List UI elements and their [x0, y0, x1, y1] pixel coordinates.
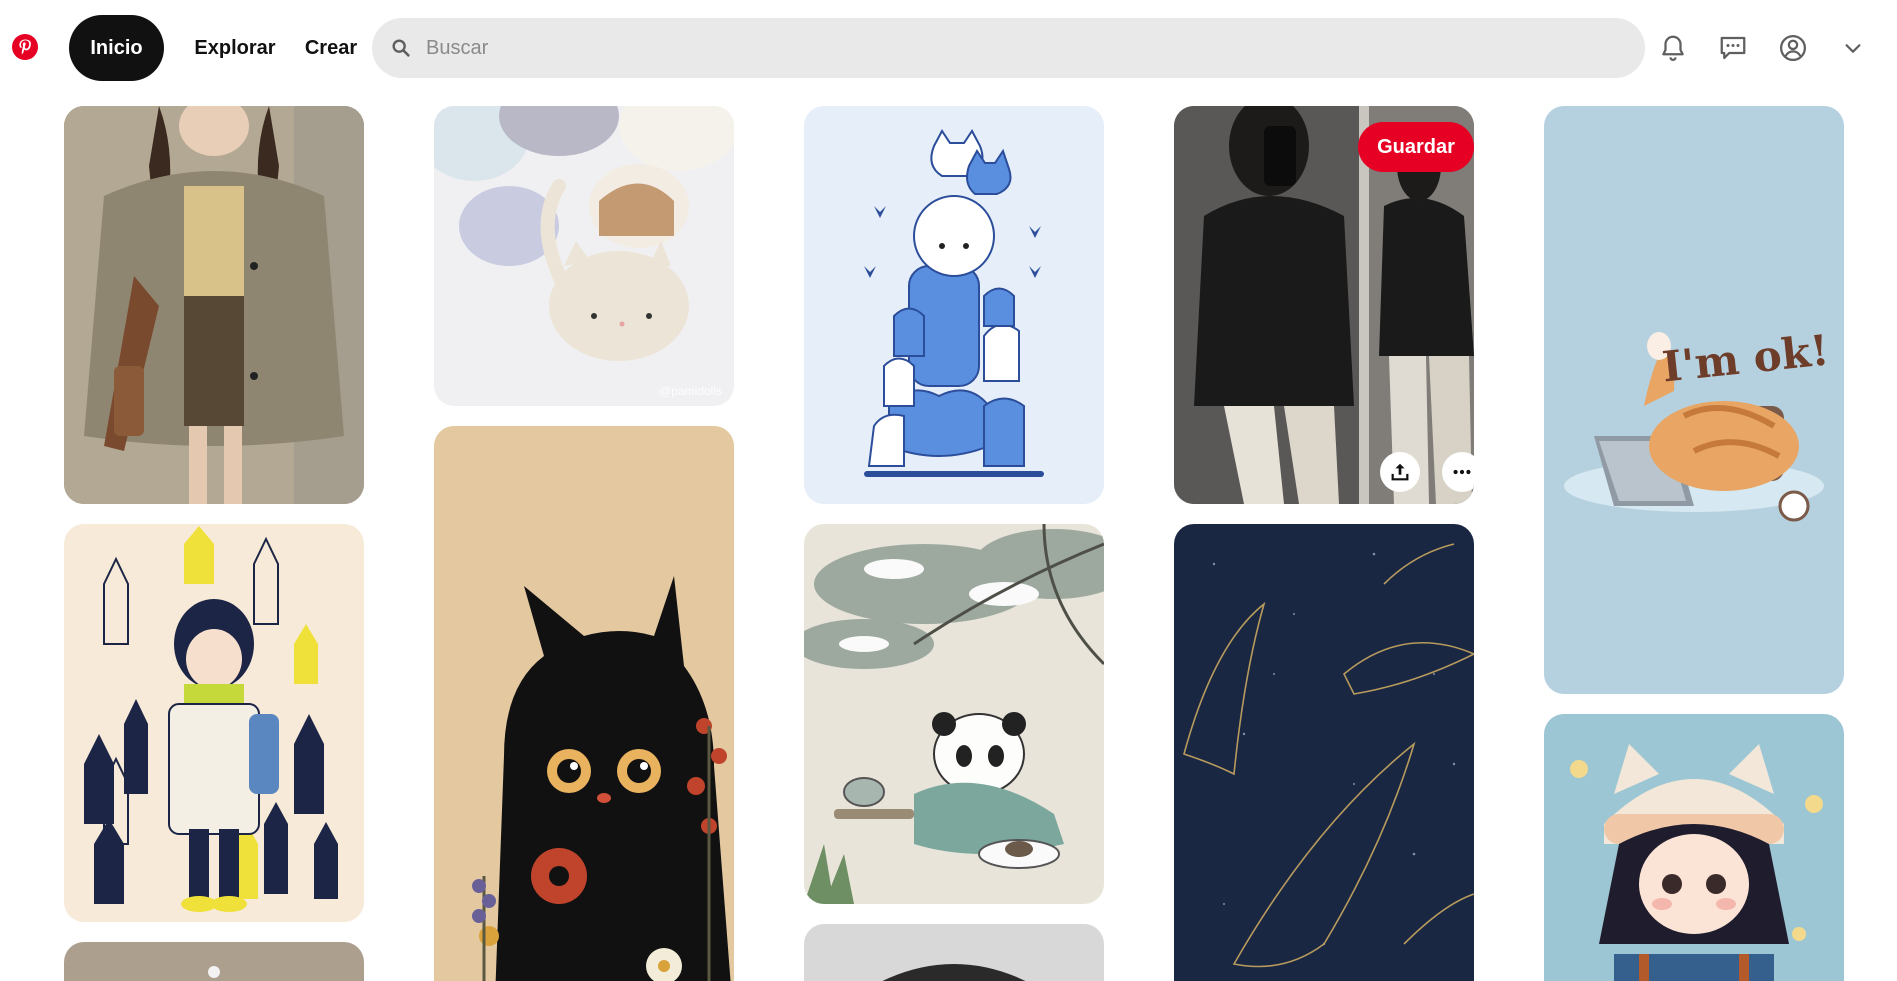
share-icon: [1391, 463, 1409, 481]
pin-blue-cat-stack-illustration[interactable]: [804, 106, 1104, 504]
pin-image: [1544, 106, 1844, 694]
pin-beige-cardigan-outfit[interactable]: [64, 106, 364, 504]
pin-image: [434, 106, 734, 406]
chevron-down-icon[interactable]: [1833, 28, 1873, 68]
search-icon: [390, 37, 412, 59]
pin-partial-bottom-col1[interactable]: [64, 942, 364, 981]
save-button[interactable]: Guardar: [1358, 122, 1474, 172]
pin-image: [1544, 714, 1844, 981]
pin-im-ok-cat[interactable]: I'm ok!: [1544, 106, 1844, 694]
share-button[interactable]: [1380, 452, 1420, 492]
nav-explore-button[interactable]: Explorar: [183, 15, 287, 81]
pin-watermark: @pamidolls: [659, 384, 722, 398]
more-options-icon: [1453, 469, 1471, 475]
search-input[interactable]: [426, 36, 1606, 60]
pin-girl-with-black-cats[interactable]: [64, 524, 364, 922]
pin-image: [804, 924, 1104, 981]
pin-crochet-cats[interactable]: @pamidolls: [434, 106, 734, 406]
pin-black-outfit-mirror-selfie[interactable]: Guardar: [1174, 106, 1474, 504]
pin-image: [434, 426, 734, 981]
account-icon[interactable]: [1773, 28, 1813, 68]
nav-create-button[interactable]: Crear: [297, 15, 365, 81]
pin-girl-cat-hat[interactable]: [1544, 714, 1844, 981]
pin-whales-night-sky[interactable]: [1174, 524, 1474, 981]
pin-partial-bottom-col3[interactable]: [804, 924, 1104, 981]
pin-image: [804, 524, 1104, 904]
pin-image: [804, 106, 1104, 504]
pin-image: [64, 942, 364, 981]
pin-panda-tea-watercolor[interactable]: [804, 524, 1104, 904]
bell-icon[interactable]: [1653, 28, 1693, 68]
pin-image: [64, 106, 364, 504]
pin-image: [1174, 524, 1474, 981]
more-options-button[interactable]: [1442, 452, 1474, 492]
search-bar[interactable]: [372, 18, 1645, 78]
top-navigation-bar: Inicio Explorar Crear: [0, 0, 1897, 96]
pin-black-cat-flowers[interactable]: [434, 426, 734, 981]
nav-home-button[interactable]: Inicio: [69, 15, 164, 81]
pinterest-logo-icon[interactable]: [12, 34, 38, 60]
messages-icon[interactable]: [1713, 28, 1753, 68]
pin-image: [64, 524, 364, 922]
